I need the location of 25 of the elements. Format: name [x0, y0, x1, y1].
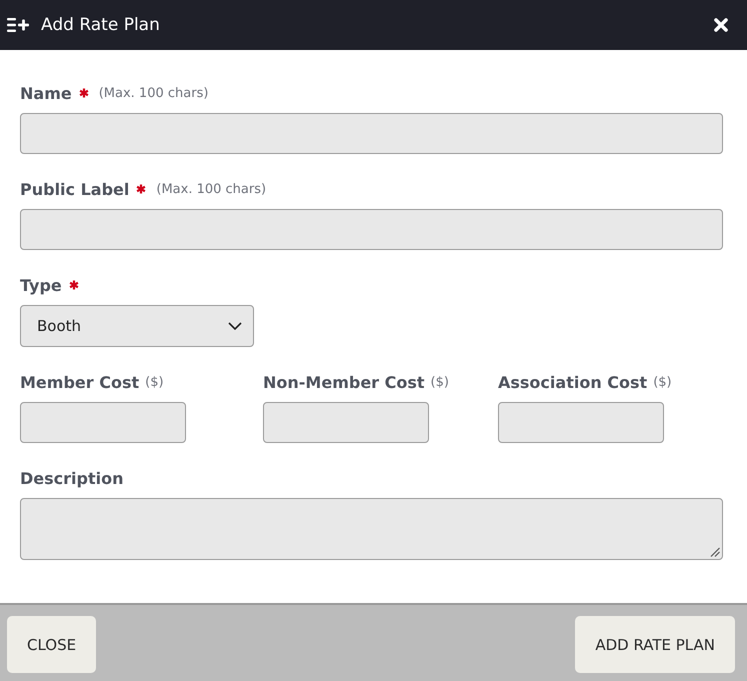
- field-label: Public Label: [20, 180, 130, 198]
- field-label: Association Cost: [498, 372, 648, 392]
- text-input-field[interactable]: [20, 209, 723, 250]
- currency-unit: ($): [653, 374, 672, 390]
- chevron-down-icon: [228, 322, 242, 330]
- resize-grip-icon[interactable]: [710, 547, 720, 557]
- footer-button[interactable]: ADD RATE PLAN: [575, 616, 735, 673]
- footer-button[interactable]: CLOSE: [7, 616, 96, 673]
- field-label: Description: [20, 468, 124, 488]
- field-label: Name: [20, 84, 72, 102]
- cost-input-field[interactable]: [20, 402, 186, 443]
- cost-input-field[interactable]: [263, 402, 429, 443]
- dialog-title: Add Rate Plan: [41, 15, 161, 35]
- text-input-field[interactable]: [20, 113, 723, 154]
- field-label: Member Cost: [20, 372, 140, 392]
- currency-unit: ($): [430, 374, 449, 390]
- field-label: Non-Member Cost: [263, 372, 425, 392]
- type-select[interactable]: Booth: [20, 305, 254, 347]
- currency-unit: ($): [145, 374, 164, 390]
- cost-input-field[interactable]: [498, 402, 664, 443]
- field-hint: (Max. 100 chars): [156, 182, 266, 196]
- field-hint: (Max. 100 chars): [98, 86, 208, 100]
- field-label: Type: [20, 276, 62, 294]
- list-plus-icon: [7, 17, 29, 33]
- close-icon[interactable]: [714, 18, 728, 32]
